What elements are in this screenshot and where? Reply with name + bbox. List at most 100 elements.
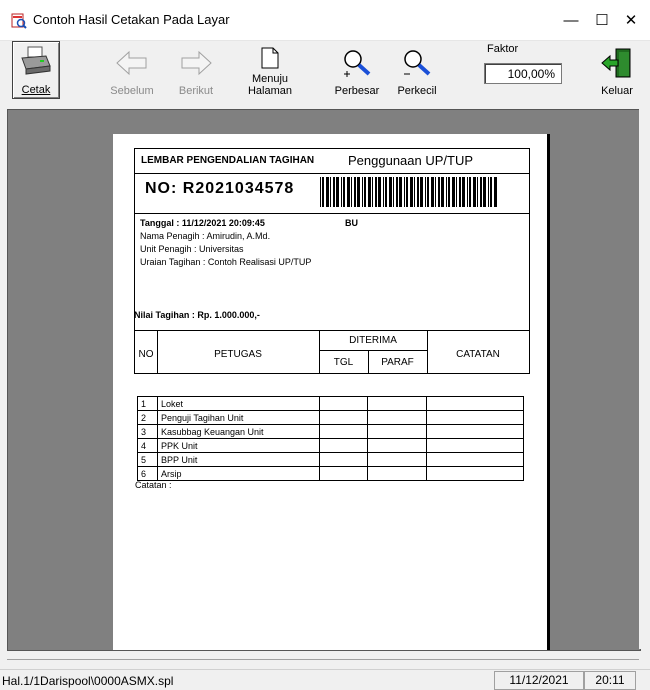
goto-page-button[interactable]: Menuju Halaman — [240, 43, 300, 99]
exit-label: Keluar — [601, 85, 633, 97]
print-label: Cetak — [21, 84, 51, 96]
document-title: LEMBAR PENGENDALIAN TAGIHAN — [141, 155, 315, 166]
barcode-bar — [396, 177, 398, 207]
row-officer: Loket — [156, 396, 320, 411]
row-tgl — [318, 396, 369, 411]
horizontal-scrollbar[interactable] — [7, 659, 639, 660]
zoom-in-button[interactable]: Perbesar — [332, 43, 382, 99]
printer-icon — [21, 46, 51, 75]
barcode-bar — [441, 177, 444, 207]
row-paraf — [367, 424, 428, 439]
bill-amount: Nilai Tagihan : Rp. 1.000.000,- — [134, 310, 260, 320]
table-row: 4 PPK Unit — [137, 438, 524, 453]
barcode-bar — [417, 177, 419, 207]
barcode-bar — [494, 177, 497, 207]
barcode-bar — [383, 177, 384, 207]
barcode-bar — [368, 177, 371, 207]
row-officer: PPK Unit — [156, 438, 320, 453]
barcode-bar — [343, 177, 345, 207]
window-title: Contoh Hasil Cetakan Pada Layar — [33, 12, 230, 27]
row-tgl — [318, 466, 369, 481]
barcode-bar — [333, 177, 335, 207]
spool-path: Hal.1/1Darispool\0000ASMX.spl — [2, 674, 174, 688]
zoom-out-icon — [404, 50, 431, 76]
minimize-button[interactable]: — — [556, 8, 586, 32]
goto-label-2: Halaman — [247, 85, 293, 97]
preview-viewport[interactable]: LEMBAR PENGENDALIAN TAGIHAN Penggunaan U… — [7, 109, 641, 651]
bill-number: NO: R2021034578 — [145, 180, 295, 197]
previous-label: Sebelum — [110, 85, 154, 97]
collector-name: Nama Penagih : Amirudin, A.Md. — [140, 231, 271, 241]
row-officer: BPP Unit — [156, 452, 320, 467]
bill-date: Tanggal : 11/12/2021 20:09:45 — [140, 218, 265, 228]
row-catatan — [426, 410, 524, 425]
row-paraf — [367, 396, 428, 411]
row-no: 3 — [137, 424, 158, 439]
officer-table: 1 Loket 2 Penguji Tagihan Unit 3 Kasubbag K… — [137, 396, 524, 481]
notes-label: Catatan : — [135, 480, 172, 490]
barcode-bar — [431, 177, 434, 207]
arrow-left-icon — [116, 50, 147, 76]
table-row: 5 BPP Unit — [137, 452, 524, 467]
row-catatan — [426, 424, 524, 439]
col-petugas: PETUGAS — [214, 349, 262, 360]
document-page: LEMBAR PENGENDALIAN TAGIHAN Penggunaan U… — [113, 134, 550, 650]
barcode-bar — [462, 177, 465, 207]
barcode-bar — [473, 177, 476, 207]
zoom-in-label: Perbesar — [334, 85, 380, 97]
print-button[interactable]: Cetak — [12, 41, 60, 99]
barcode-bar — [438, 177, 440, 207]
barcode-bar — [427, 177, 429, 207]
barcode-bar — [452, 177, 455, 207]
zoom-factor-label: Faktor — [487, 43, 519, 55]
barcode-bar — [341, 177, 342, 207]
barcode-bar — [336, 177, 339, 207]
officer-table-header: NO PETUGAS DITERIMA TGL PARAF CATATAN — [134, 330, 530, 374]
bill-bu: BU — [345, 218, 358, 228]
status-date: 11/12/2021 — [494, 671, 584, 690]
row-tgl — [318, 438, 369, 453]
barcode-bar — [357, 177, 360, 207]
barcode-bar — [425, 177, 426, 207]
row-officer: Kasubbag Keuangan Unit — [156, 424, 320, 439]
collector-unit: Unit Penagih : Universitas — [140, 244, 244, 254]
table-row: 3 Kasubbag Keuangan Unit — [137, 424, 524, 439]
exit-button[interactable]: Keluar — [590, 43, 644, 99]
row-tgl — [318, 452, 369, 467]
exit-door-icon — [601, 48, 631, 78]
next-button[interactable]: Berikut — [168, 43, 224, 99]
divider — [135, 173, 529, 174]
row-catatan — [426, 452, 524, 467]
barcode-bar — [399, 177, 402, 207]
zoom-factor-input[interactable]: 100,00% — [484, 63, 562, 84]
barcode-bar — [378, 177, 381, 207]
barcode — [320, 177, 497, 207]
barcode-bar — [420, 177, 423, 207]
vertical-scrollbar[interactable] — [639, 109, 650, 649]
barcode-bar — [446, 177, 447, 207]
barcode-bar — [435, 177, 436, 207]
table-row: 2 Penguji Tagihan Unit — [137, 410, 524, 425]
barcode-bar — [490, 177, 492, 207]
barcode-bar — [354, 177, 356, 207]
table-row: 6 Arsip — [137, 466, 524, 481]
status-bar: Hal.1/1Darispool\0000ASMX.spl 11/12/2021… — [0, 669, 650, 690]
zoom-out-label: Perkecil — [397, 85, 437, 97]
row-catatan — [426, 396, 524, 411]
close-button[interactable]: ✕ — [616, 8, 646, 32]
maximize-button[interactable]: ☐ — [587, 8, 617, 32]
col-tgl: TGL — [333, 357, 354, 368]
next-label: Berikut — [178, 85, 214, 97]
col-diterima: DITERIMA — [349, 335, 397, 346]
row-officer: Arsip — [156, 466, 320, 481]
row-tgl — [318, 410, 369, 425]
row-catatan — [426, 466, 524, 481]
barcode-bar — [467, 177, 468, 207]
barcode-bar — [385, 177, 387, 207]
row-no: 2 — [137, 410, 158, 425]
col-paraf: PARAF — [381, 357, 414, 368]
previous-button[interactable]: Sebelum — [104, 43, 160, 99]
row-paraf — [367, 452, 428, 467]
barcode-bar — [372, 177, 373, 207]
zoom-out-button[interactable]: Perkecil — [392, 43, 442, 99]
